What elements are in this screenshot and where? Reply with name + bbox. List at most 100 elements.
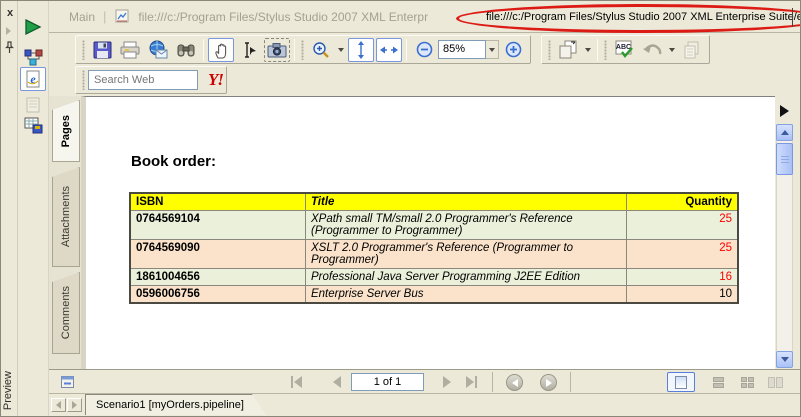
scrollbar-thumb[interactable] (776, 143, 793, 175)
first-page-icon (294, 376, 302, 388)
tab-main[interactable]: Main (69, 10, 95, 24)
panel-title: Preview (2, 371, 14, 410)
cell-quantity: 25 (626, 240, 738, 269)
document-tab-bar: Main | file:///c:/Program Files/Stylus S… (49, 1, 801, 33)
annotation-url-text: file:///c:/Program Files/Stylus Studio 2… (486, 11, 801, 23)
preview-window: x Preview e (0, 0, 801, 417)
zoom-level-caret[interactable] (486, 40, 499, 59)
cell-isbn: 0764569104 (130, 211, 305, 240)
close-icon[interactable]: x (4, 7, 16, 19)
continuous-facing-layout-button[interactable] (735, 372, 759, 392)
band-grip[interactable] (604, 40, 607, 60)
cell-isbn: 0764569090 (130, 240, 305, 269)
save-button[interactable] (89, 38, 115, 62)
copy-button[interactable] (679, 38, 705, 62)
cell-title: XSLT 2.0 Programmer's Reference (Program… (305, 240, 626, 269)
zoom-out-button[interactable] (411, 38, 437, 62)
sidebar-tab-pages[interactable]: Pages (52, 100, 80, 162)
sidebar-tab-comments[interactable]: Comments (52, 272, 80, 354)
collapse-preview-button[interactable] (58, 373, 76, 390)
export-grid-icon (24, 117, 43, 134)
vertical-scrollbar[interactable] (775, 96, 795, 369)
tool-rail: e (18, 1, 49, 416)
yahoo-logo[interactable]: Y! (208, 70, 223, 90)
browser-preview-button[interactable]: e (20, 67, 46, 91)
zoom-in-button[interactable] (500, 38, 526, 62)
last-page-button[interactable] (461, 373, 481, 391)
sidebar-tab-attachments[interactable]: Attachments (52, 167, 80, 267)
zoom-tool-button[interactable] (308, 38, 334, 62)
snapshot-button[interactable] (264, 38, 290, 62)
text-select-button[interactable] (236, 38, 262, 62)
undo-button[interactable] (639, 38, 665, 62)
scroll-down-button[interactable] (776, 351, 793, 368)
facing-pages-icon (768, 377, 783, 388)
panel-expand-icon[interactable] (780, 105, 789, 117)
forward-arrow-icon (546, 379, 552, 387)
table-row: 0764569090 XSLT 2.0 Programmer's Referen… (130, 240, 738, 269)
page-indicator[interactable]: 1 of 1 (351, 373, 424, 391)
collapse-window-icon (61, 376, 74, 388)
chevron-down-icon (781, 357, 789, 362)
pipeline-view-button[interactable] (20, 45, 46, 69)
cell-isbn: 1861004656 (130, 269, 305, 286)
table-row: 0596006756 Enterprise Server Bus 10 (130, 286, 738, 304)
facing-layout-button[interactable] (763, 372, 787, 392)
dock-strip: x Preview (1, 1, 18, 416)
band-grip[interactable] (548, 40, 551, 60)
undo-caret-icon[interactable] (669, 48, 675, 52)
previous-page-button[interactable] (327, 373, 347, 391)
zoom-level-combobox[interactable]: 85% (438, 40, 486, 59)
scenario-tab[interactable]: Scenario1 [myOrders.pipeline] (85, 394, 266, 415)
fit-height-button[interactable] (348, 38, 374, 62)
header-title: Title (305, 193, 626, 211)
sidebar-tab-pages-label: Pages (60, 115, 72, 147)
table-header-row: ISBN Title Quantity (130, 193, 738, 211)
arrow-left-icon (56, 401, 61, 409)
arrow-right-icon (72, 401, 77, 409)
pin-icon[interactable] (4, 41, 15, 54)
sidebar-tab-strip: Pages Attachments Comments (49, 96, 81, 369)
print-button[interactable] (117, 38, 143, 62)
single-page-layout-button[interactable] (667, 372, 695, 392)
zoom-tool-caret-icon[interactable] (338, 48, 344, 52)
cell-title: XPath small TM/small 2.0 Programmer's Re… (305, 211, 626, 240)
page-setup-button[interactable] (555, 38, 581, 62)
previous-view-button[interactable] (506, 374, 523, 391)
cell-title: Professional Java Server Programming J2E… (305, 269, 626, 286)
tab-edge-line (792, 8, 793, 27)
first-page-button[interactable] (286, 373, 306, 391)
toolbar-separator (492, 372, 493, 392)
previous-page-icon (333, 376, 341, 388)
mail-web-button[interactable] (145, 38, 171, 62)
undo-icon (642, 42, 662, 58)
continuous-layout-button[interactable] (706, 372, 730, 392)
fit-width-icon (380, 43, 398, 57)
sidebar-tab-attachments-label: Attachments (60, 186, 72, 247)
toolbar-separator (203, 39, 204, 61)
hand-tool-button[interactable] (208, 38, 234, 62)
pipeline-icon (24, 49, 43, 66)
tab-scroll-left-button[interactable] (51, 398, 66, 412)
tab-scroll-right-button[interactable] (67, 398, 82, 412)
next-view-button[interactable] (540, 374, 557, 391)
bottom-toolbar: 1 of 1 (49, 369, 801, 393)
zoom-in-magnifier-icon (312, 41, 330, 59)
page-setup-caret-icon[interactable] (585, 48, 591, 52)
fit-width-button[interactable] (376, 38, 402, 62)
next-page-button[interactable] (437, 373, 457, 391)
dock-arrow-icon[interactable] (6, 27, 11, 35)
band-grip[interactable] (301, 40, 304, 60)
export-grid-button[interactable] (20, 113, 46, 137)
scroll-up-button[interactable] (776, 124, 793, 141)
table-row: 0764569104 XPath small TM/small 2.0 Prog… (130, 211, 738, 240)
header-isbn: ISBN (130, 193, 305, 211)
search-input[interactable] (88, 70, 198, 90)
band-grip[interactable] (82, 70, 85, 90)
tab-file-url[interactable]: file:///c:/Program Files/Stylus Studio 2… (138, 10, 428, 24)
next-page-icon (443, 376, 451, 388)
spellcheck-button[interactable]: ABC (611, 38, 637, 62)
find-button[interactable] (173, 38, 199, 62)
band-grip[interactable] (82, 40, 85, 60)
run-button[interactable] (20, 15, 46, 39)
